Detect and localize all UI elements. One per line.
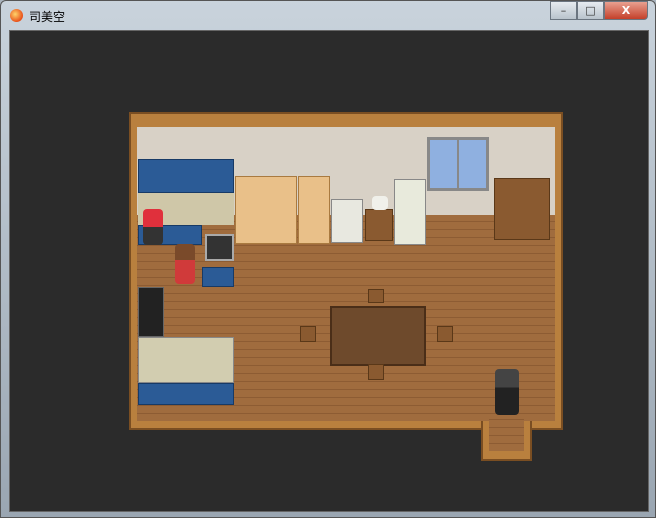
player-character[interactable] bbox=[495, 369, 519, 415]
kitchen-island bbox=[138, 337, 234, 383]
chair-right bbox=[437, 326, 453, 342]
stove bbox=[205, 234, 234, 261]
chair-left bbox=[300, 326, 316, 342]
cupboard-2 bbox=[298, 176, 330, 244]
chair-bottom bbox=[368, 364, 384, 380]
character-red-hair[interactable] bbox=[143, 209, 163, 245]
window-title: 司美空 bbox=[29, 10, 66, 24]
close-button[interactable]: X bbox=[604, 1, 648, 20]
upper-cabinet bbox=[138, 159, 234, 193]
minimize-button[interactable]: – bbox=[550, 1, 577, 20]
chair-top bbox=[368, 289, 384, 303]
microwave-rack bbox=[331, 199, 363, 243]
cabinet-shelf bbox=[494, 178, 550, 240]
doorway-floor bbox=[489, 415, 524, 451]
refrigerator bbox=[394, 179, 426, 245]
dining-table bbox=[330, 306, 426, 366]
island-cabinet bbox=[138, 383, 234, 405]
game-canvas[interactable] bbox=[9, 30, 649, 512]
maximize-button[interactable]: □ bbox=[577, 1, 604, 20]
character-brown-hair[interactable] bbox=[175, 244, 195, 284]
app-icon bbox=[10, 9, 23, 22]
app-window: 司美空 – □ X bbox=[0, 0, 656, 518]
stove-cabinet bbox=[202, 267, 234, 287]
rice-cooker bbox=[372, 196, 388, 210]
cupboard bbox=[235, 176, 297, 244]
rice-cooker-table bbox=[365, 209, 393, 241]
fridge-dark bbox=[138, 287, 164, 337]
window-divider bbox=[457, 137, 459, 191]
